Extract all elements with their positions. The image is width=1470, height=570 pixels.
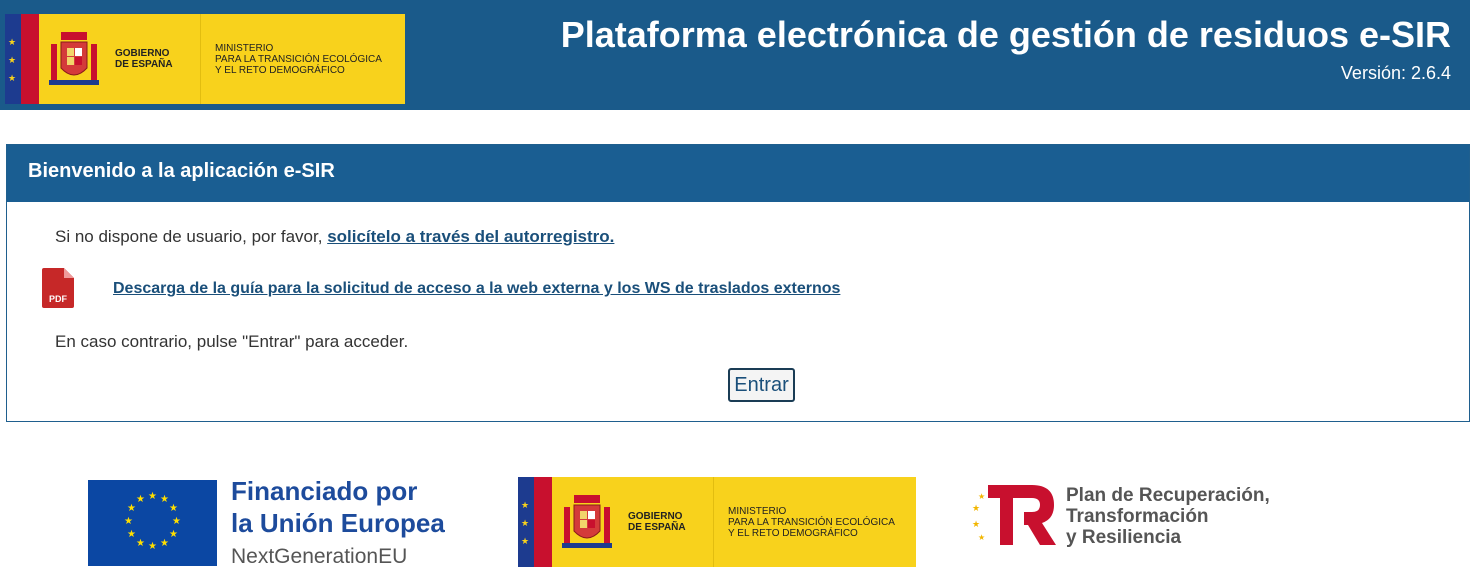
self-register-link[interactable]: solicítelo a través del autorregistro. — [327, 227, 614, 246]
svg-text:★: ★ — [978, 533, 985, 542]
otherwise-text: En caso contrario, pulse "Entrar" para a… — [55, 332, 409, 351]
gobierno-label: GOBIERNO DE ESPAÑA — [622, 477, 714, 567]
eu-funding-line1: Financiado por — [231, 476, 418, 506]
eu-stars-band: ★ ★ ★ — [518, 477, 534, 567]
footer-gobierno-espana-logo: ★ ★ ★ GOBIERNO DE ESPAÑA MINISTERIO PARA… — [518, 477, 916, 567]
welcome-heading: Bienvenido a la aplicación e-SIR — [7, 145, 1469, 202]
version-label: Versión: 2.6.4 — [1340, 63, 1451, 83]
next-generation-eu-label: NextGenerationEU — [231, 545, 408, 568]
pdf-icon[interactable]: PDF — [42, 268, 74, 308]
ministerio-label: MINISTERIO PARA LA TRANSICIÓN ECOLÓGICA … — [215, 42, 382, 76]
welcome-panel: Bienvenido a la aplicación e-SIR Si no d… — [6, 144, 1470, 422]
ministerio-label: MINISTERIO PARA LA TRANSICIÓN ECOLÓGICA … — [728, 505, 895, 539]
eu-flag-icon: ★ ★ ★ ★ ★ ★ ★ ★ ★ ★ ★ ★ — [88, 480, 217, 566]
prtr-logo-icon: ★ ★ ★ ★ — [972, 485, 1056, 545]
eu-funding-line2: la Unión Europea — [231, 508, 445, 538]
svg-text:★: ★ — [972, 504, 980, 514]
page-title: Plataforma electrónica de gestión de res… — [560, 14, 1451, 55]
svg-text:★: ★ — [972, 520, 980, 530]
enter-button[interactable]: Entrar — [728, 368, 795, 402]
gobierno-espana-logo: ★ ★ ★ GOBIERNO DE ESPAÑA MINISTERIO PARA… — [5, 14, 405, 104]
gobierno-label: GOBIERNO DE ESPAÑA — [109, 14, 201, 104]
pdf-icon-label: PDF — [49, 294, 68, 304]
prtr-label: Plan de Recuperación, Transformación y R… — [1066, 485, 1270, 548]
svg-text:★: ★ — [978, 492, 985, 501]
no-user-text: Si no dispone de usuario, por favor, sol… — [55, 227, 615, 246]
eu-stars-band: ★ ★ ★ — [5, 14, 21, 104]
app-header: ★ ★ ★ GOBIERNO DE ESPAÑA MINISTERIO PARA… — [0, 0, 1470, 110]
coat-of-arms-icon — [552, 477, 622, 567]
access-guide-download-link[interactable]: Descarga de la guía para la solicitud de… — [113, 280, 840, 298]
coat-of-arms-icon — [39, 14, 109, 104]
